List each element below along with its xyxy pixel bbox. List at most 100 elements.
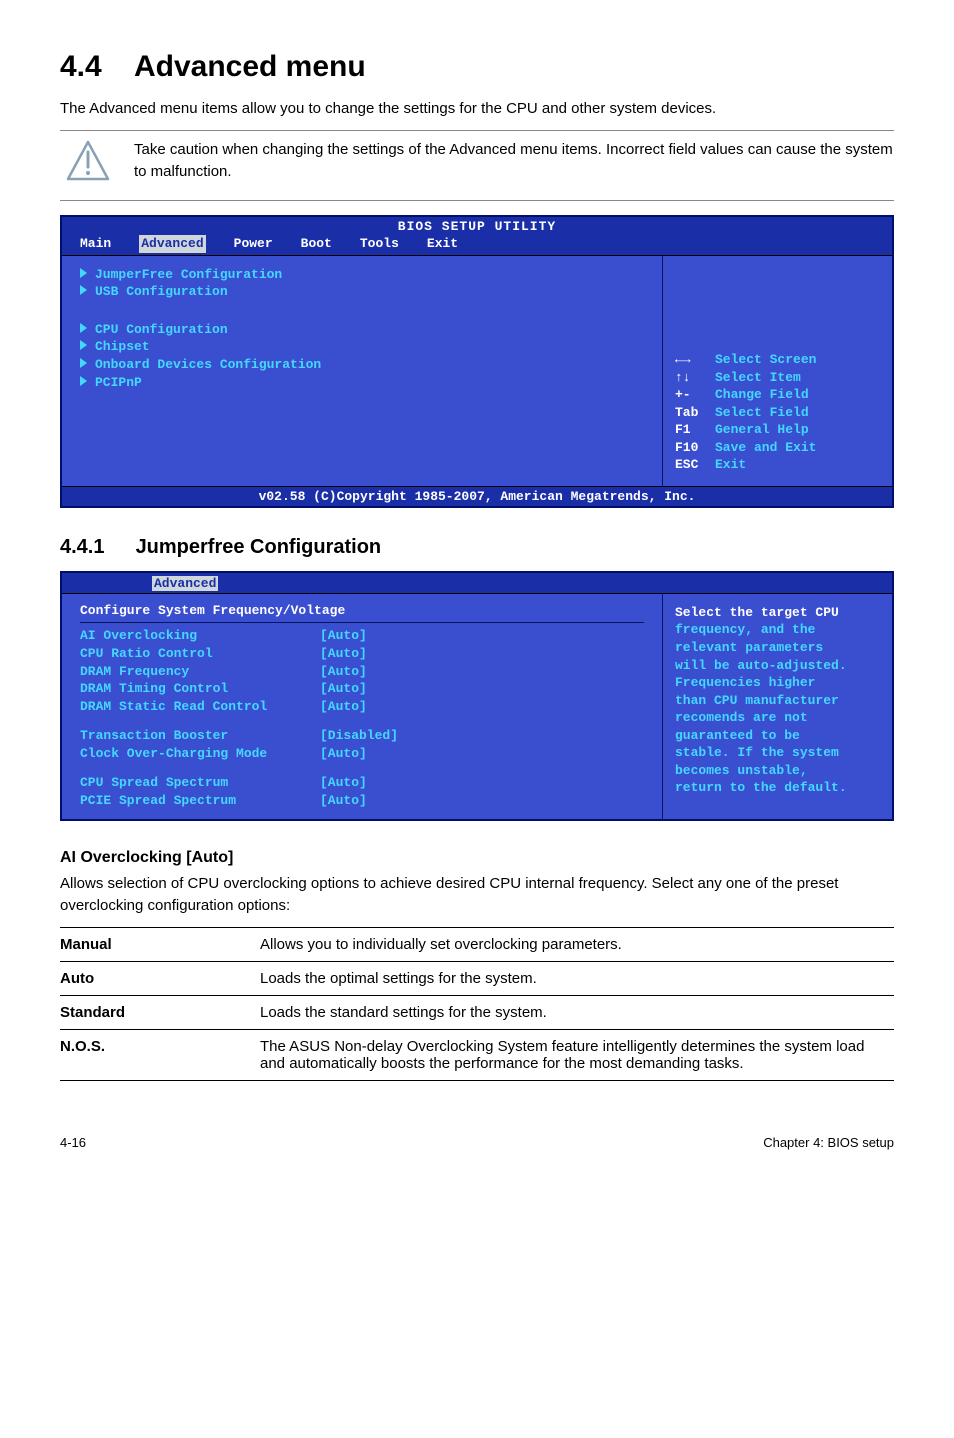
help-key-row: TabSelect Field [675,404,880,422]
footer-chapter: Chapter 4: BIOS setup [763,1135,894,1150]
section-heading: 4.4 Advanced menu [60,50,894,84]
field-value: [Auto] [320,680,367,698]
option-text: The ASUS Non-delay Overclocking System f… [260,1029,894,1080]
field-value: [Auto] [320,698,367,716]
field-value: [Auto] [320,774,367,792]
bios-field-row: PCIE Spread Spectrum[Auto] [80,792,644,810]
help-text-line: Select the target CPU [675,604,880,622]
bios-title: BIOS SETUP UTILITY [62,217,892,236]
bios-help-panel: Select the target CPU frequency, and the… [662,594,892,819]
help-key-label: Change Field [715,387,809,402]
help-key-row: F1General Help [675,421,880,439]
option-text: Allows you to individually set overclock… [260,927,894,961]
menu-item-label: Onboard Devices Configuration [95,357,321,372]
menu-item-label: Chipset [95,339,150,354]
triangle-icon [80,376,87,386]
field-label: DRAM Frequency [80,663,320,681]
help-key: F10 [675,439,715,457]
bios-field-row: AI Overclocking[Auto] [80,627,644,645]
help-key-label: Select Field [715,405,809,420]
field-value: [Auto] [320,645,367,663]
intro-paragraph: The Advanced menu items allow you to cha… [60,98,894,120]
help-key: +- [675,386,715,404]
help-text-line: becomes unstable, [675,762,880,780]
help-key: ←→ [675,351,715,369]
field-value: [Auto] [320,663,367,681]
tab-power: Power [234,235,273,253]
table-row: Standard Loads the standard settings for… [60,995,894,1029]
help-text-line: stable. If the system [675,744,880,762]
subsection-title: Jumperfree Configuration [136,536,382,558]
tab-exit: Exit [427,235,458,253]
help-key-label: Exit [715,457,746,472]
help-text-line: guaranteed to be [675,727,880,745]
menu-item: JumperFree Configuration [80,266,644,284]
option-text: Loads the optimal settings for the syste… [260,961,894,995]
help-key-label: General Help [715,422,809,437]
help-key: F1 [675,421,715,439]
bios-menu-tabs: Main Advanced Power Boot Tools Exit [62,235,892,255]
field-label: DRAM Static Read Control [80,698,320,716]
tab-advanced: Advanced [139,235,205,253]
help-text-line: than CPU manufacturer [675,692,880,710]
menu-item-label: CPU Configuration [95,322,228,337]
tab-main: Main [80,235,111,253]
help-text-line: will be auto-adjusted. [675,657,880,675]
triangle-icon [80,340,87,350]
triangle-icon [80,268,87,278]
option-key: Standard [60,995,260,1029]
help-text-line: recomends are not [675,709,880,727]
menu-item: Chipset [80,338,644,356]
option-heading: AI Overclocking [Auto] [60,849,894,867]
bios-field-row: DRAM Timing Control[Auto] [80,680,644,698]
field-label: CPU Ratio Control [80,645,320,663]
help-key: ↑↓ [675,369,715,387]
field-value: [Auto] [320,627,367,645]
bios-jumperfree-screenshot: Advanced Configure System Frequency/Volt… [60,571,894,821]
menu-item: Onboard Devices Configuration [80,356,644,374]
bios-setup-screenshot: BIOS SETUP UTILITY Main Advanced Power B… [60,215,894,509]
option-text: Loads the standard settings for the syst… [260,995,894,1029]
table-row: Auto Loads the optimal settings for the … [60,961,894,995]
help-key-label: Select Screen [715,352,816,367]
bios-field-row: Transaction Booster[Disabled] [80,727,644,745]
tab-tools: Tools [360,235,399,253]
menu-item-label: JumperFree Configuration [95,267,282,282]
triangle-icon [80,285,87,295]
triangle-icon [80,323,87,333]
help-text-line: relevant parameters [675,639,880,657]
caution-icon [66,139,110,188]
field-label: AI Overclocking [80,627,320,645]
field-label: DRAM Timing Control [80,680,320,698]
field-label: PCIE Spread Spectrum [80,792,320,810]
field-label: CPU Spread Spectrum [80,774,320,792]
help-key-row: ←→Select Screen [675,351,880,369]
field-value: [Auto] [320,745,367,763]
table-row: Manual Allows you to individually set ov… [60,927,894,961]
field-label: Transaction Booster [80,727,320,745]
help-key-row: ESCExit [675,456,880,474]
caution-block: Take caution when changing the settings … [60,130,894,201]
option-description: Allows selection of CPU overclocking opt… [60,873,894,917]
option-key: Manual [60,927,260,961]
help-key-row: F10Save and Exit [675,439,880,457]
tab-advanced: Advanced [152,576,218,591]
bios-menu-panel: JumperFree Configuration USB Configurati… [62,256,662,486]
bios-field-row: DRAM Frequency[Auto] [80,663,644,681]
help-text-line: Frequencies higher [675,674,880,692]
table-row: N.O.S. The ASUS Non-delay Overclocking S… [60,1029,894,1080]
help-text-line: return to the default. [675,779,880,797]
heading-text: Advanced menu [134,50,366,83]
menu-item-label: USB Configuration [95,284,228,299]
bios-footer: v02.58 (C)Copyright 1985-2007, American … [62,486,892,507]
menu-item: CPU Configuration [80,321,644,339]
menu-item: USB Configuration [80,283,644,301]
options-table: Manual Allows you to individually set ov… [60,927,894,1081]
help-key-row: +-Change Field [675,386,880,404]
help-text-line: frequency, and the [675,621,880,639]
option-key: Auto [60,961,260,995]
field-value: [Auto] [320,792,367,810]
menu-item: PCIPnP [80,374,644,392]
help-key: Tab [675,404,715,422]
field-value: [Disabled] [320,727,398,745]
